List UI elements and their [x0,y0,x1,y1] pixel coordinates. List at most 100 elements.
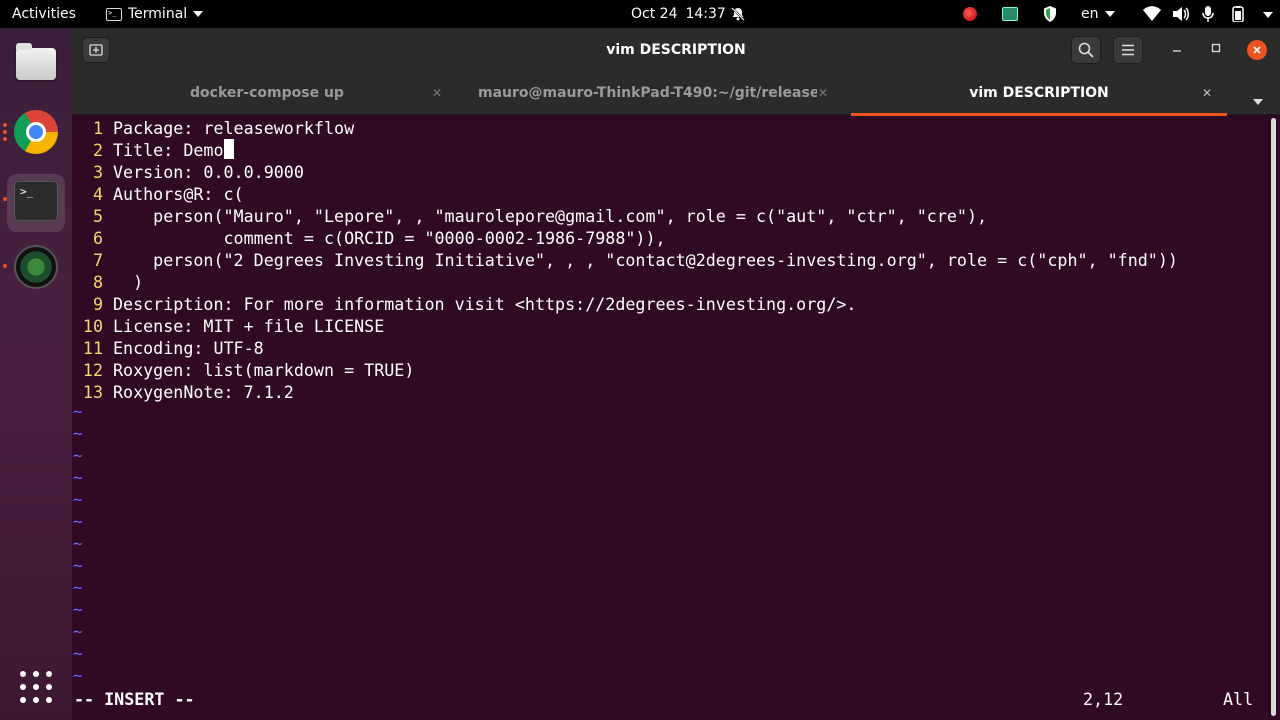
line-number: 13 [82,382,103,402]
empty-line-tilde: ~ [73,534,83,553]
tab-docker-compose[interactable]: docker-compose up ✕ [72,73,462,115]
activities-button[interactable]: Activities [12,0,76,28]
empty-line-tilde: ~ [73,556,83,575]
dock-files-icon[interactable] [7,35,65,93]
system-menu-chevron-icon[interactable] [1263,12,1273,28]
dock-chrome-icon[interactable] [7,103,65,161]
tab-list-button[interactable] [1253,91,1263,110]
vim-line[interactable]: 9 Description: For more information visit… [72,293,857,315]
line-number: 10 [82,316,103,336]
maximize-button[interactable] [1206,40,1226,60]
tab-bar: docker-compose up ✕ mauro@mauro-ThinkPad… [72,73,1280,116]
text-cursor [223,139,234,159]
empty-line-tilde: ~ [73,578,83,597]
battery-icon[interactable] [1229,6,1247,22]
system-monitor-icon[interactable] [1002,7,1018,21]
vim-status-line: -- INSERT -- 2,12 All [72,688,1280,710]
clock[interactable]: Oct 24 14:37 [631,0,726,28]
vim-line[interactable]: 3 Version: 0.0.0.9000 [72,161,304,183]
search-button[interactable] [1071,36,1101,64]
empty-line-tilde: ~ [73,446,83,465]
tab-shell[interactable]: mauro@mauro-ThinkPad-T490:~/git/release.… [462,73,851,115]
show-applications-icon[interactable] [20,671,52,703]
scrollbar[interactable] [1271,118,1276,716]
vim-line[interactable]: 4 Authors@R: c( [72,183,244,205]
shield-icon[interactable] [1043,6,1057,22]
line-text: Version: 0.0.0.9000 [113,162,304,182]
line-text: RoxygenNote: 7.1.2 [113,382,294,402]
terminal-view[interactable]: 1 Package: releaseworkflow 2 Title: Demo 3 Ve… [72,116,1280,720]
line-text: Roxygen: list(markdown = TRUE) [113,360,415,380]
line-number: 12 [82,360,103,380]
new-tab-button[interactable] [82,37,110,63]
vim-line[interactable]: 10 License: MIT + file LICENSE [72,315,384,337]
app-menu[interactable]: >_ Terminal [106,0,204,28]
vim-line[interactable]: 13 RoxygenNote: 7.1.2 [72,381,294,403]
volume-icon[interactable] [1172,6,1190,22]
vim-line[interactable]: 12 Roxygen: list(markdown = TRUE) [72,359,415,381]
line-text: License: MIT + file LICENSE [113,316,385,336]
line-text: Title: Demo [113,140,224,160]
line-text: Encoding: UTF-8 [113,338,264,358]
close-window-button[interactable] [1247,40,1267,60]
line-text: Description: For more information visit … [113,294,857,314]
clock-date: Oct 24 [631,6,678,22]
chevron-down-icon [193,11,204,17]
language-label: en [1081,6,1099,22]
empty-line-tilde: ~ [73,600,83,619]
empty-line-tilde: ~ [73,644,83,663]
vim-line[interactable]: 8 ) [72,271,143,293]
empty-line-tilde: ~ [73,468,83,487]
vim-line[interactable]: 1 Package: releaseworkflow [72,117,354,139]
line-number: 7 [92,250,103,270]
line-number: 9 [92,294,103,314]
search-icon [1078,42,1094,58]
line-text: person("Mauro", "Lepore", , "maurolepore… [113,206,988,226]
empty-line-tilde: ~ [73,622,83,641]
tab-label: vim DESCRIPTION [969,85,1109,101]
record-icon[interactable] [963,7,977,21]
line-number: 3 [92,162,103,182]
vim-line[interactable]: 6 comment = c(ORCID = "0000-0002-1986-79… [72,227,666,249]
vim-line[interactable]: 2 Title: Demo [72,139,234,161]
line-number: 5 [92,206,103,226]
top-bar: Activities >_ Terminal Oct 24 14:37 en [0,0,1280,28]
dock-terminal-icon[interactable]: >_ [7,174,65,232]
minimize-button[interactable] [1167,40,1187,60]
dock-shotwell-icon[interactable] [7,238,65,296]
line-text: Authors@R: c( [113,184,244,204]
hamburger-menu-button[interactable] [1113,36,1143,64]
line-text: Package: releaseworkflow [113,118,355,138]
chevron-down-icon [1104,11,1115,17]
vim-line[interactable]: 11 Encoding: UTF-8 [72,337,264,359]
wifi-icon[interactable] [1143,6,1161,22]
tab-vim-description[interactable]: vim DESCRIPTION ✕ [851,73,1227,116]
hamburger-icon [1122,44,1134,56]
vim-line[interactable]: 5 person("Mauro", "Lepore", , "maurolepo… [72,205,987,227]
clock-time: 14:37 [685,6,726,22]
line-number: 4 [92,184,103,204]
vim-line[interactable]: 7 person("2 Degrees Investing Initiative… [72,249,1178,271]
close-tab-icon[interactable]: ✕ [815,85,831,101]
language-selector[interactable]: en [1081,0,1115,28]
notifications-off-icon [731,7,745,21]
microphone-icon[interactable] [1202,6,1214,22]
tab-label: docker-compose up [190,85,344,101]
window-header: vim DESCRIPTION [72,28,1280,73]
empty-line-tilde: ~ [73,666,83,685]
vim-mode: -- INSERT -- [74,689,195,709]
new-tab-icon [89,44,103,56]
empty-line-tilde: ~ [73,402,83,421]
line-number: 11 [82,338,103,358]
line-number: 6 [92,228,103,248]
empty-line-tilde: ~ [73,424,83,443]
line-text: person("2 Degrees Investing Initiative",… [113,250,1178,270]
close-tab-icon[interactable]: ✕ [429,85,445,101]
dock: >_ [0,28,72,720]
line-text: comment = c(ORCID = "0000-0002-1986-7988… [113,228,666,248]
close-tab-icon[interactable]: ✕ [1199,85,1215,101]
line-text: ) [113,272,144,292]
empty-line-tilde: ~ [73,512,83,531]
minimize-icon [1173,50,1181,52]
line-number: 2 [92,140,103,160]
